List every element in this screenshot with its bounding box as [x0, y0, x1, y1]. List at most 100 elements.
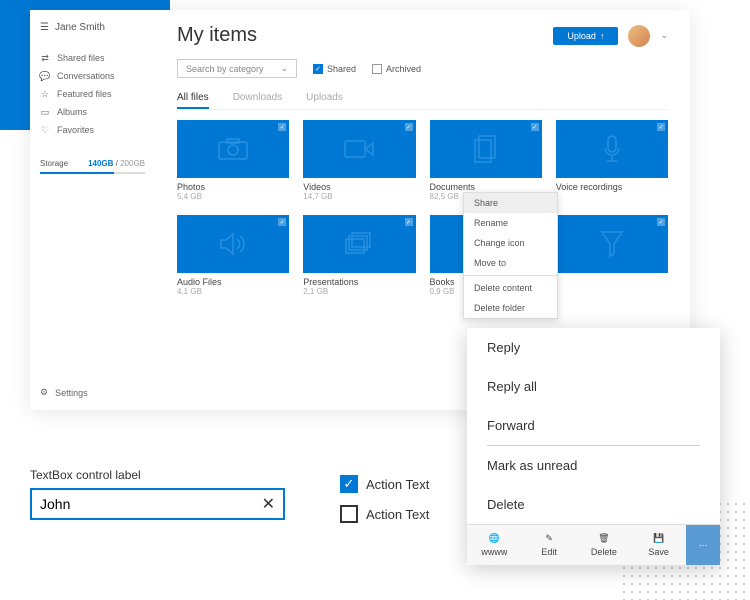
- check-icon: ✓: [657, 123, 665, 131]
- storage-label: Storage: [40, 159, 68, 168]
- archived-checkbox[interactable]: Archived: [372, 64, 421, 74]
- card-size: 2,1 GB: [303, 287, 415, 296]
- card-size: 5,4 GB: [177, 192, 289, 201]
- tabs: All files Downloads Uploads: [177, 88, 668, 110]
- checkbox-icon: ✓: [313, 64, 323, 74]
- context-menu: Share Rename Change icon Move to Delete …: [463, 192, 558, 319]
- textbox-label: TextBox control label: [30, 468, 141, 482]
- card-name: Photos: [177, 182, 289, 192]
- page-title: My items: [177, 24, 257, 47]
- checkbox-action-1[interactable]: ✓Action Text: [340, 475, 429, 493]
- file-card[interactable]: ✓ Videos14,7 GB: [303, 120, 415, 201]
- checkbox-icon: [372, 64, 382, 74]
- chevron-down-icon: ⌄: [280, 63, 288, 74]
- card-thumb: ✓: [177, 120, 289, 178]
- chat-icon: 💬: [40, 71, 50, 81]
- check-icon: ✓: [405, 218, 413, 226]
- storage-bar: [40, 172, 145, 174]
- ctx-share[interactable]: Share: [464, 193, 557, 213]
- card-size: 14,7 GB: [303, 192, 415, 201]
- file-card[interactable]: ✓Documents82,5 GB: [430, 120, 542, 201]
- avatar[interactable]: [628, 25, 650, 47]
- star-icon: ☆: [40, 89, 50, 99]
- upload-icon: ↑: [600, 31, 605, 41]
- user-header[interactable]: ☰ Jane Smith: [40, 22, 145, 33]
- menu-mark-unread[interactable]: Mark as unread: [467, 446, 720, 485]
- card-name: Presentations: [303, 277, 415, 287]
- card-name: Videos: [303, 182, 415, 192]
- album-icon: ▭: [40, 107, 50, 117]
- ctx-change-icon[interactable]: Change icon: [464, 233, 557, 253]
- checkbox-icon: ✓: [340, 475, 358, 493]
- tab-uploads[interactable]: Uploads: [306, 88, 343, 109]
- file-card[interactable]: ✓ Audio Files4,1 GB: [177, 215, 289, 296]
- file-card[interactable]: ✓ Voice recordings: [556, 120, 668, 201]
- sidebar-item-albums[interactable]: ▭Albums: [40, 103, 145, 121]
- trash-icon: 🗑: [598, 533, 609, 544]
- toolbar-delete[interactable]: 🗑Delete: [577, 525, 632, 565]
- toolbar-wwww[interactable]: 🌐wwww: [467, 525, 522, 565]
- tab-downloads[interactable]: Downloads: [233, 88, 282, 109]
- file-grid: ✓Photos5,4 GB✓Videos14,7 GB✓Documents82,…: [177, 120, 668, 296]
- globe-icon: 🌐: [489, 533, 500, 544]
- sidebar-settings[interactable]: ⚙Settings: [40, 387, 88, 398]
- card-thumb: ✓: [303, 120, 415, 178]
- card-thumb: ✓: [556, 120, 668, 178]
- card-name: Voice recordings: [556, 182, 668, 192]
- check-icon: ✓: [278, 218, 286, 226]
- ctx-move-to[interactable]: Move to: [464, 253, 557, 273]
- check-icon: ✓: [531, 123, 539, 131]
- menu-reply-all[interactable]: Reply all: [467, 367, 720, 406]
- toolbar-more[interactable]: ⋯: [686, 525, 720, 565]
- ctx-delete-folder[interactable]: Delete folder: [464, 298, 557, 318]
- shared-checkbox[interactable]: ✓Shared: [313, 64, 356, 74]
- heart-icon: ♡: [40, 125, 50, 135]
- action-menu: Reply Reply all Forward Mark as unread D…: [467, 328, 720, 565]
- storage-used: 140GB: [88, 159, 113, 168]
- textbox-input[interactable]: [40, 496, 262, 512]
- chevron-down-icon[interactable]: ⌄: [660, 30, 668, 41]
- check-icon: ✓: [278, 123, 286, 131]
- file-card[interactable]: ✓ Photos5,4 GB: [177, 120, 289, 201]
- menu-reply[interactable]: Reply: [467, 328, 720, 367]
- card-name: Audio Files: [177, 277, 289, 287]
- category-select[interactable]: Search by category⌄: [177, 59, 297, 78]
- pencil-icon: ✎: [545, 533, 553, 544]
- action-toolbar: 🌐wwww ✎Edit 🗑Delete 💾Save ⋯: [467, 524, 720, 565]
- ctx-delete-content[interactable]: Delete content: [464, 278, 557, 298]
- sidebar-item-featured[interactable]: ☆Featured files: [40, 85, 145, 103]
- storage-total: 200GB: [120, 159, 145, 168]
- toolbar-edit[interactable]: ✎Edit: [522, 525, 577, 565]
- upload-button[interactable]: Upload↑: [553, 27, 618, 45]
- share-icon: ⇄: [40, 53, 50, 63]
- storage-widget: Storage 140GB / 200GB: [40, 159, 145, 174]
- check-icon: ✓: [405, 123, 413, 131]
- checkbox-icon: [340, 505, 358, 523]
- hamburger-icon[interactable]: ☰: [40, 22, 49, 33]
- card-thumb: ✓: [430, 120, 542, 178]
- card-name: Documents: [430, 182, 542, 192]
- gear-icon: ⚙: [40, 387, 48, 398]
- card-thumb: ✓: [177, 215, 289, 273]
- more-icon: ⋯: [699, 540, 708, 551]
- textbox[interactable]: ✕: [30, 488, 285, 520]
- sidebar-item-favorites[interactable]: ♡Favorites: [40, 121, 145, 139]
- clear-icon[interactable]: ✕: [262, 494, 275, 514]
- sidebar-item-shared[interactable]: ⇄Shared files: [40, 49, 145, 67]
- checkbox-action-2[interactable]: Action Text: [340, 505, 429, 523]
- toolbar-save[interactable]: 💾Save: [631, 525, 686, 565]
- tab-all-files[interactable]: All files: [177, 88, 209, 109]
- save-icon: 💾: [653, 533, 664, 544]
- user-name: Jane Smith: [55, 22, 105, 33]
- sidebar: ☰ Jane Smith ⇄Shared files 💬Conversation…: [30, 10, 155, 410]
- menu-delete[interactable]: Delete: [467, 485, 720, 524]
- card-thumb: ✓: [303, 215, 415, 273]
- check-icon: ✓: [657, 218, 665, 226]
- file-card[interactable]: ✓: [556, 215, 668, 296]
- file-card[interactable]: ✓ Presentations2,1 GB: [303, 215, 415, 296]
- menu-forward[interactable]: Forward: [467, 406, 720, 445]
- ctx-rename[interactable]: Rename: [464, 213, 557, 233]
- card-size: 4,1 GB: [177, 287, 289, 296]
- sidebar-item-conversations[interactable]: 💬Conversations: [40, 67, 145, 85]
- card-thumb: ✓: [556, 215, 668, 273]
